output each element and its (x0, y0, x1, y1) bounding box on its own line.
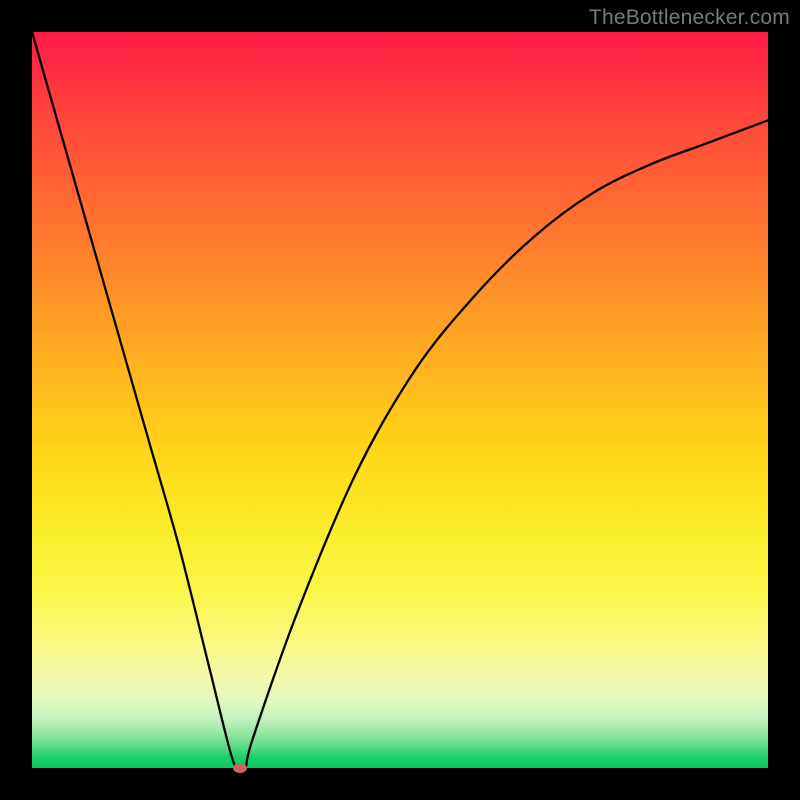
plot-area (32, 32, 768, 768)
chart-frame: TheBottlenecker.com (0, 0, 800, 800)
bottleneck-curve (32, 32, 768, 768)
curve-path (32, 32, 768, 771)
watermark-text: TheBottlenecker.com (589, 6, 790, 30)
optimal-point-marker (233, 763, 247, 773)
